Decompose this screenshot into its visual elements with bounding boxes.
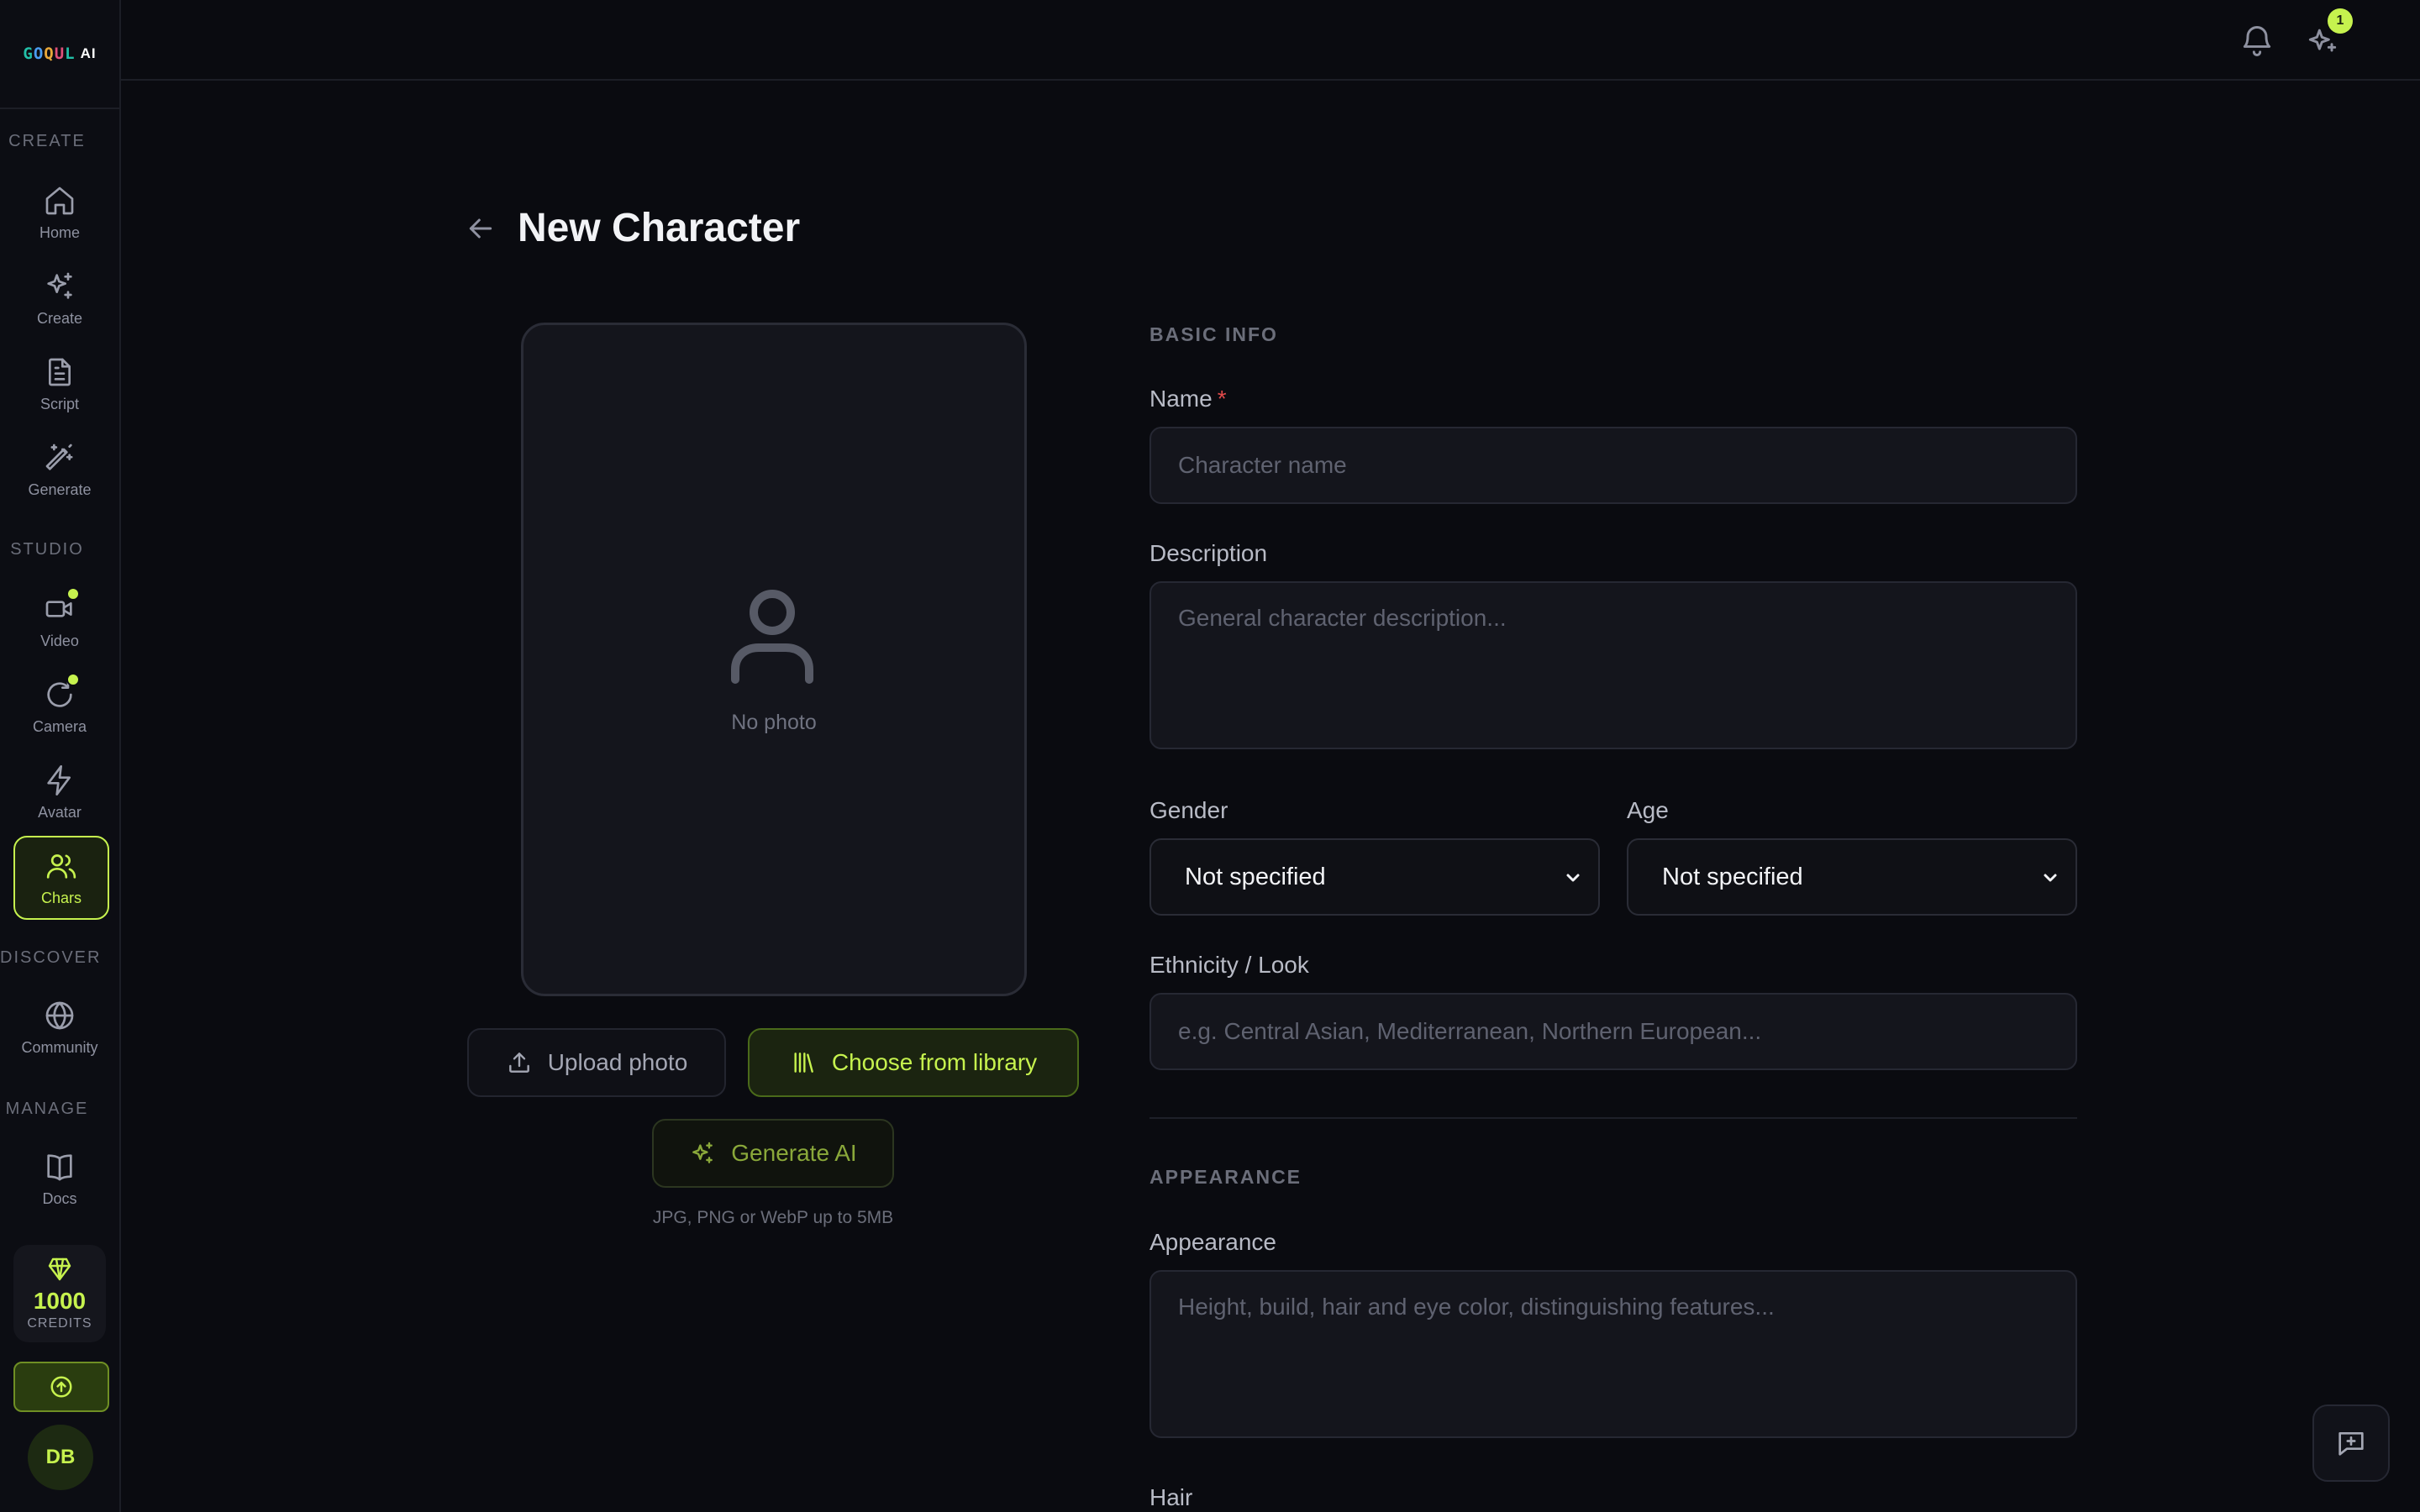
sidebar-item-label: Camera bbox=[32, 717, 87, 735]
user-avatar[interactable]: DB bbox=[28, 1425, 93, 1490]
section-label-manage: MANAGE bbox=[5, 1100, 89, 1118]
sidebar-item-label: Docs bbox=[42, 1189, 77, 1207]
sidebar-item-label: Generate bbox=[28, 480, 92, 498]
sidebar-item-label: Create bbox=[36, 309, 83, 327]
file-type-hint: JPG, PNG or WebP up to 5MB bbox=[652, 1208, 894, 1227]
chevron-down-icon bbox=[1563, 868, 1583, 888]
logo-suffix: AI bbox=[80, 45, 97, 61]
gender-value: Not specified bbox=[1185, 863, 1326, 890]
choose-from-library-label: Choose from library bbox=[831, 1049, 1038, 1075]
appearance-label: Appearance bbox=[1150, 1229, 1277, 1255]
sidebar-item-label: Community bbox=[21, 1038, 98, 1056]
sidebar-item-label: Avatar bbox=[38, 803, 82, 821]
sidebar-item-script[interactable]: Script bbox=[13, 344, 106, 424]
app-logo[interactable]: G O Q U L AI bbox=[0, 0, 119, 109]
photo-placeholder[interactable]: No photo bbox=[521, 323, 1027, 996]
appearance-textarea[interactable] bbox=[1150, 1270, 2077, 1438]
sidebar-item-docs[interactable]: Docs bbox=[13, 1138, 106, 1219]
section-label-discover: DISCOVER bbox=[0, 948, 102, 967]
generate-ai-label: Generate AI bbox=[731, 1140, 857, 1166]
section-divider bbox=[1150, 1117, 2077, 1119]
book-icon bbox=[43, 1150, 76, 1184]
sidebar-item-camera[interactable]: Camera bbox=[13, 666, 106, 747]
arrow-left-icon[interactable] bbox=[464, 212, 497, 245]
credits-card[interactable]: 1000 CREDITS bbox=[13, 1245, 106, 1342]
required-mark: * bbox=[1217, 386, 1227, 412]
ethnicity-input[interactable] bbox=[1150, 993, 2077, 1070]
credits-label: CREDITS bbox=[27, 1316, 92, 1331]
upgrade-button[interactable] bbox=[13, 1362, 109, 1412]
upload-icon bbox=[506, 1049, 533, 1076]
sidebar-item-avatar[interactable]: Avatar bbox=[13, 752, 106, 832]
sidebar-item-video[interactable]: Video bbox=[13, 580, 106, 661]
logo-letter: G bbox=[23, 45, 34, 63]
arrow-up-circle-icon bbox=[49, 1374, 74, 1399]
logo-letter: Q bbox=[44, 45, 55, 63]
appearance-heading: APPEARANCE bbox=[1150, 1166, 1302, 1188]
age-value: Not specified bbox=[1662, 863, 1803, 890]
age-select[interactable]: Not specified bbox=[1627, 838, 2077, 916]
gender-select[interactable]: Not specified bbox=[1150, 838, 1600, 916]
upload-photo-label: Upload photo bbox=[547, 1049, 688, 1075]
top-bar bbox=[121, 0, 2420, 81]
feedback-button[interactable] bbox=[2312, 1404, 2390, 1482]
credits-value: 1000 bbox=[33, 1288, 87, 1314]
lightning-icon bbox=[43, 764, 76, 797]
name-input[interactable] bbox=[1150, 427, 2077, 504]
sidebar: G O Q U L AI CREATE Home Create Script Genera… bbox=[0, 0, 121, 1512]
description-label: Description bbox=[1150, 540, 1268, 566]
upload-photo-button[interactable]: Upload photo bbox=[467, 1028, 726, 1097]
logo-letter: L bbox=[65, 45, 76, 63]
no-photo-text: No photo bbox=[731, 711, 817, 734]
notification-badge: 1 bbox=[2328, 8, 2353, 34]
hair-label: Hair bbox=[1150, 1484, 1193, 1510]
diamond-icon bbox=[46, 1256, 73, 1283]
video-camera-icon bbox=[43, 586, 80, 626]
section-label-create: CREATE bbox=[8, 132, 86, 150]
page-title: New Character bbox=[518, 206, 801, 250]
document-icon bbox=[43, 355, 76, 389]
chevron-down-icon bbox=[2040, 868, 2060, 888]
logo-letter: U bbox=[54, 45, 66, 63]
bell-icon[interactable] bbox=[2238, 23, 2275, 60]
sidebar-item-label: Chars bbox=[40, 889, 82, 906]
choose-from-library-button[interactable]: Choose from library bbox=[748, 1028, 1079, 1097]
gender-label: Gender bbox=[1150, 797, 1228, 823]
sidebar-item-label: Script bbox=[39, 395, 79, 412]
section-label-studio: STUDIO bbox=[10, 540, 84, 559]
sidebar-item-create[interactable]: Create bbox=[13, 258, 106, 339]
status-dot bbox=[66, 586, 80, 601]
age-label: Age bbox=[1627, 797, 1669, 823]
sidebar-item-generate[interactable]: Generate bbox=[13, 429, 106, 510]
sparkle-icon bbox=[43, 270, 76, 303]
magic-wand-icon bbox=[43, 441, 76, 475]
home-icon bbox=[43, 184, 76, 218]
sidebar-item-community[interactable]: Community bbox=[13, 987, 106, 1068]
sidebar-item-label: Video bbox=[40, 632, 79, 649]
rotate-icon bbox=[43, 672, 80, 711]
generate-ai-button[interactable]: Generate AI bbox=[652, 1119, 894, 1188]
user-silhouette-icon bbox=[729, 589, 816, 685]
basic-info-heading: BASIC INFO bbox=[1150, 323, 1278, 345]
sidebar-item-label: Home bbox=[39, 223, 80, 241]
name-label-text: Name bbox=[1150, 386, 1213, 412]
logo-letter: O bbox=[33, 45, 45, 63]
library-icon bbox=[790, 1049, 817, 1076]
users-icon bbox=[45, 849, 78, 883]
sparkle-icon bbox=[689, 1140, 716, 1167]
description-textarea[interactable] bbox=[1150, 581, 2077, 749]
message-plus-icon bbox=[2334, 1426, 2368, 1460]
ethnicity-label: Ethnicity / Look bbox=[1150, 952, 1309, 978]
sidebar-item-home[interactable]: Home bbox=[13, 172, 106, 253]
name-label: Name * bbox=[1150, 386, 1227, 412]
sidebar-item-chars[interactable]: Chars bbox=[13, 836, 109, 920]
globe-icon bbox=[43, 999, 76, 1032]
status-dot bbox=[66, 672, 80, 686]
